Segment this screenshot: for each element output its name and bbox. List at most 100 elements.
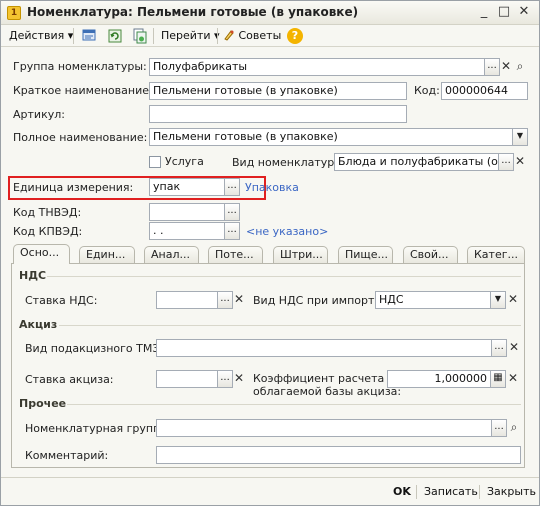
tnved-label: Код ТНВЭД: [13, 206, 82, 219]
vat-rate-clear-icon[interactable]: ✕ [232, 291, 246, 309]
short-name-field[interactable]: Пельмени готовые (в упаковке) [149, 82, 407, 100]
help-icon[interactable]: ? [287, 28, 303, 44]
footer-divider [479, 485, 480, 499]
tab-losses[interactable]: Поте... [208, 246, 263, 263]
tips-icon [223, 29, 235, 41]
excise-coef-label-line2: облагаемой базы акциза: [253, 385, 402, 398]
import-vat-label: Вид НДС при импорте: [253, 294, 385, 307]
excise-coef-label-line1: Коэффициент расчета [253, 372, 385, 385]
tab-barcodes[interactable]: Штри... [273, 246, 328, 263]
kind-label: Вид номенклатуры: [232, 156, 347, 169]
toolbar-divider [73, 28, 74, 44]
excise-rate-clear-icon[interactable]: ✕ [232, 370, 246, 388]
full-name-label: Полное наименование: [13, 131, 148, 144]
service-label: Услуга [165, 155, 204, 168]
window-title: Номенклатура: Пельмени готовые (в упаков… [27, 5, 359, 19]
excise-rate-field[interactable] [156, 370, 218, 388]
excise-kind-field[interactable] [156, 339, 492, 357]
maximize-button[interactable]: □ [495, 4, 513, 21]
group-label: Группа номенклатуры: [13, 60, 147, 73]
footer-bar: OK Записать Закрыть [1, 477, 539, 505]
section-divider [47, 276, 521, 277]
excise-kind-label: Вид подакцизного ТМЗ: [25, 342, 164, 355]
comment-label: Комментарий: [25, 449, 109, 462]
vat-rate-select-button[interactable]: ... [217, 291, 233, 309]
code-field[interactable]: 000000644 [441, 82, 528, 100]
import-vat-field[interactable]: НДС [375, 291, 491, 309]
ok-button[interactable]: OK [393, 485, 411, 499]
product-group-search-icon[interactable]: ⌕ [507, 419, 521, 437]
refresh-icon[interactable] [107, 28, 123, 44]
excise-kind-select-button[interactable]: ... [491, 339, 507, 357]
minimize-button[interactable]: _ [475, 4, 493, 21]
nomenclature-window: 1 Номенклатура: Пельмени готовые (в упак… [0, 0, 540, 506]
unit-label: Единица измерения: [13, 181, 134, 194]
app-icon: 1 [7, 6, 21, 20]
vat-section-title: НДС [19, 269, 47, 282]
tab-main[interactable]: Осно... [13, 244, 70, 264]
tips-label: Советы [238, 29, 282, 42]
product-group-select-button[interactable]: ... [491, 419, 507, 437]
group-select-button[interactable]: ... [484, 58, 500, 76]
unit-link[interactable]: Упаковка [245, 181, 299, 195]
import-vat-dropdown-button[interactable]: ▼ [490, 291, 506, 309]
full-name-dropdown-button[interactable]: ▼ [512, 128, 528, 146]
group-search-icon[interactable]: ⌕ [513, 58, 527, 76]
article-field[interactable] [149, 105, 407, 123]
tnved-select-button[interactable]: ... [224, 203, 240, 221]
calculator-icon[interactable]: ▦ [490, 370, 506, 388]
goto-menu[interactable]: Перейти ▾ [161, 28, 220, 44]
vat-rate-label: Ставка НДС: [25, 294, 98, 307]
tips-button[interactable]: Советы [223, 28, 281, 44]
footer-divider [416, 485, 417, 499]
section-divider [67, 404, 521, 405]
tab-categories[interactable]: Катег... [467, 246, 525, 263]
tab-nutrition[interactable]: Пище... [338, 246, 393, 263]
title-bar: 1 Номенклатура: Пельмени готовые (в упак… [1, 1, 539, 25]
tab-analytics[interactable]: Анал... [144, 246, 199, 263]
copy-icon[interactable] [131, 28, 147, 44]
excise-coef-field[interactable]: 1,000000 [387, 370, 491, 388]
kind-select-button[interactable]: ... [498, 153, 514, 171]
group-field[interactable]: Полуфабрикаты [149, 58, 485, 76]
kpved-link[interactable]: <не указано> [246, 225, 328, 239]
article-label: Артикул: [13, 108, 65, 121]
excise-rate-select-button[interactable]: ... [217, 370, 233, 388]
kpved-label: Код КПВЭД: [13, 225, 83, 238]
service-checkbox[interactable] [149, 156, 161, 168]
comment-field[interactable] [156, 446, 521, 464]
tab-properties[interactable]: Свой... [403, 246, 458, 263]
excise-section-title: Акциз [19, 318, 58, 331]
import-vat-clear-icon[interactable]: ✕ [506, 291, 520, 309]
close-button[interactable]: Закрыть [487, 485, 536, 499]
kpved-field[interactable]: . . [149, 222, 225, 240]
actions-menu[interactable]: Действия ▾ [9, 28, 73, 44]
structure-icon[interactable] [81, 28, 97, 44]
kind-clear-icon[interactable]: ✕ [513, 153, 527, 171]
unit-field[interactable]: упак [149, 178, 225, 196]
toolbar-divider [153, 28, 154, 44]
tab-units[interactable]: Един... [79, 246, 135, 263]
code-label: Код: [414, 84, 440, 97]
section-divider [59, 325, 521, 326]
goto-label: Перейти [161, 29, 211, 42]
tnved-field[interactable] [149, 203, 225, 221]
excise-rate-label: Ставка акциза: [25, 373, 114, 386]
actions-label: Действия [9, 29, 65, 42]
kpved-select-button[interactable]: ... [224, 222, 240, 240]
product-group-field[interactable] [156, 419, 492, 437]
vat-rate-field[interactable] [156, 291, 218, 309]
excise-coef-clear-icon[interactable]: ✕ [506, 370, 520, 388]
kind-field[interactable]: Блюда и полуфабрикаты (общее [334, 153, 499, 171]
unit-select-button[interactable]: ... [224, 178, 240, 196]
toolbar-divider [217, 28, 218, 44]
other-section-title: Прочее [19, 397, 67, 410]
product-group-label: Номенклатурная группа: [25, 422, 171, 435]
toolbar: Действия ▾ Перейти ▾ Советы ? [1, 25, 539, 47]
close-window-button[interactable]: ✕ [515, 4, 533, 21]
group-clear-icon[interactable]: ✕ [499, 58, 513, 76]
full-name-field[interactable]: Пельмени готовые (в упаковке) [149, 128, 513, 146]
short-name-label: Краткое наименование: [13, 84, 153, 97]
excise-kind-clear-icon[interactable]: ✕ [507, 339, 521, 357]
save-button[interactable]: Записать [424, 485, 478, 499]
